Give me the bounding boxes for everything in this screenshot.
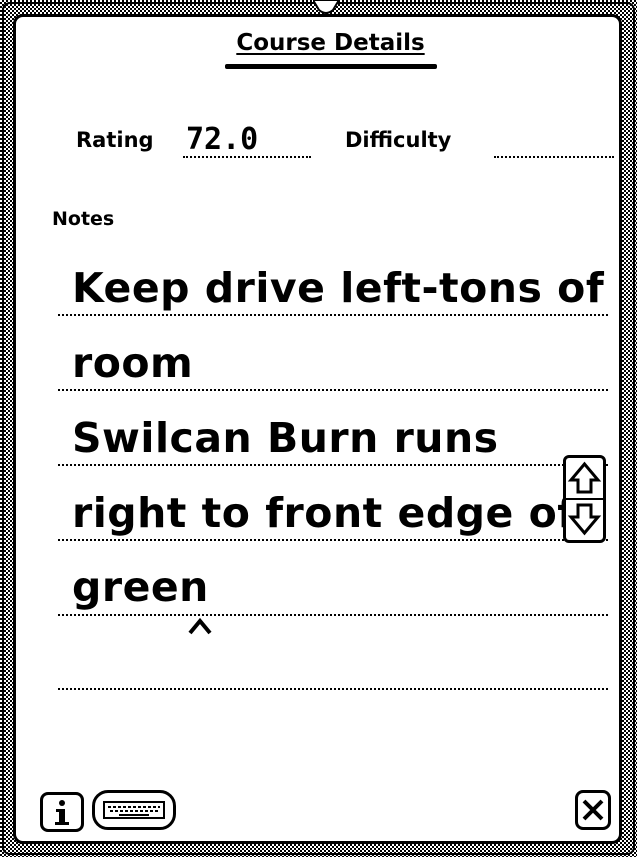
info-button[interactable] <box>40 792 84 832</box>
page-title: Course Details <box>0 30 637 56</box>
note-rule <box>58 314 608 316</box>
note-line-2: room <box>72 339 194 387</box>
keyboard-button[interactable] <box>92 790 176 830</box>
close-icon <box>582 799 604 821</box>
note-rule <box>58 539 608 541</box>
note-rule <box>58 614 608 616</box>
scroll-up-arrow-icon[interactable] <box>567 461 602 494</box>
notes-label: Notes <box>52 208 115 230</box>
info-icon <box>55 800 69 825</box>
scroll-down-arrow-icon[interactable] <box>567 503 602 536</box>
note-rule <box>58 464 608 466</box>
rating-field[interactable] <box>183 156 311 158</box>
insertion-caret-icon[interactable] <box>187 616 213 636</box>
note-line-3: Swilcan Burn runs <box>72 414 499 462</box>
note-rule <box>58 688 608 690</box>
difficulty-field[interactable] <box>494 156 614 158</box>
note-rule <box>58 389 608 391</box>
close-button[interactable] <box>575 790 611 830</box>
note-line-1: Keep drive left-tons of <box>72 264 605 312</box>
keyboard-icon <box>103 801 165 819</box>
title-underline-bar <box>225 64 437 69</box>
rating-value: 72.0 <box>186 122 259 157</box>
note-line-5: green <box>72 563 209 611</box>
title-text: Course Details <box>236 30 425 56</box>
note-line-4: right to front edge of <box>72 489 576 537</box>
difficulty-label: Difficulty <box>345 128 452 152</box>
rating-label: Rating <box>76 128 154 152</box>
scroll-arrows[interactable] <box>563 455 606 543</box>
